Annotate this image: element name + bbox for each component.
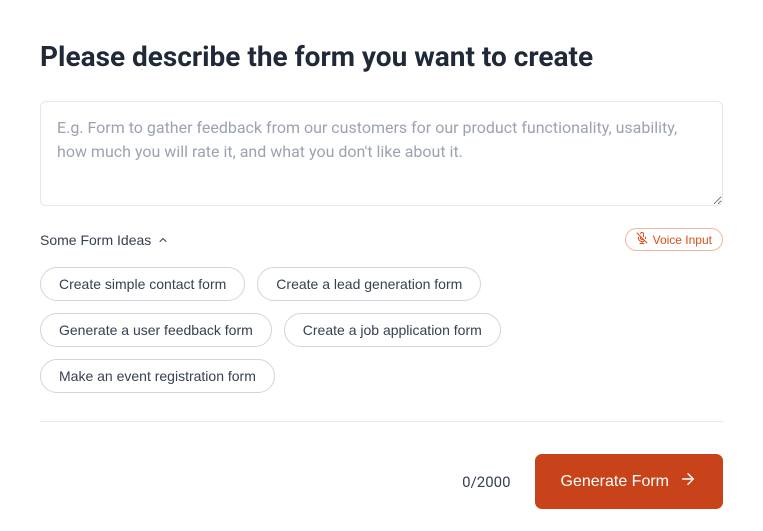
chevron-up-icon	[157, 234, 169, 246]
form-description-input[interactable]	[40, 101, 723, 206]
divider	[40, 421, 723, 422]
idea-pills-container: Create simple contact form Create a lead…	[40, 267, 723, 393]
char-counter: 0/2000	[462, 473, 510, 491]
ideas-header-row: Some Form Ideas Voice Input	[40, 228, 723, 251]
idea-pill[interactable]: Make an event registration form	[40, 359, 275, 393]
idea-pill[interactable]: Create a lead generation form	[257, 267, 481, 301]
footer-row: 0/2000 Generate Form	[40, 454, 723, 509]
idea-pill[interactable]: Create a job application form	[284, 313, 501, 347]
generate-form-button[interactable]: Generate Form	[535, 454, 723, 509]
form-ideas-label: Some Form Ideas	[40, 232, 151, 248]
voice-input-label: Voice Input	[653, 233, 712, 247]
form-ideas-toggle[interactable]: Some Form Ideas	[40, 232, 169, 248]
idea-pill[interactable]: Generate a user feedback form	[40, 313, 272, 347]
page-title: Please describe the form you want to cre…	[40, 40, 723, 73]
generate-form-label: Generate Form	[561, 473, 669, 491]
arrow-right-icon	[679, 470, 697, 493]
idea-pill[interactable]: Create simple contact form	[40, 267, 245, 301]
mic-off-icon	[636, 232, 648, 247]
voice-input-button[interactable]: Voice Input	[625, 228, 723, 251]
